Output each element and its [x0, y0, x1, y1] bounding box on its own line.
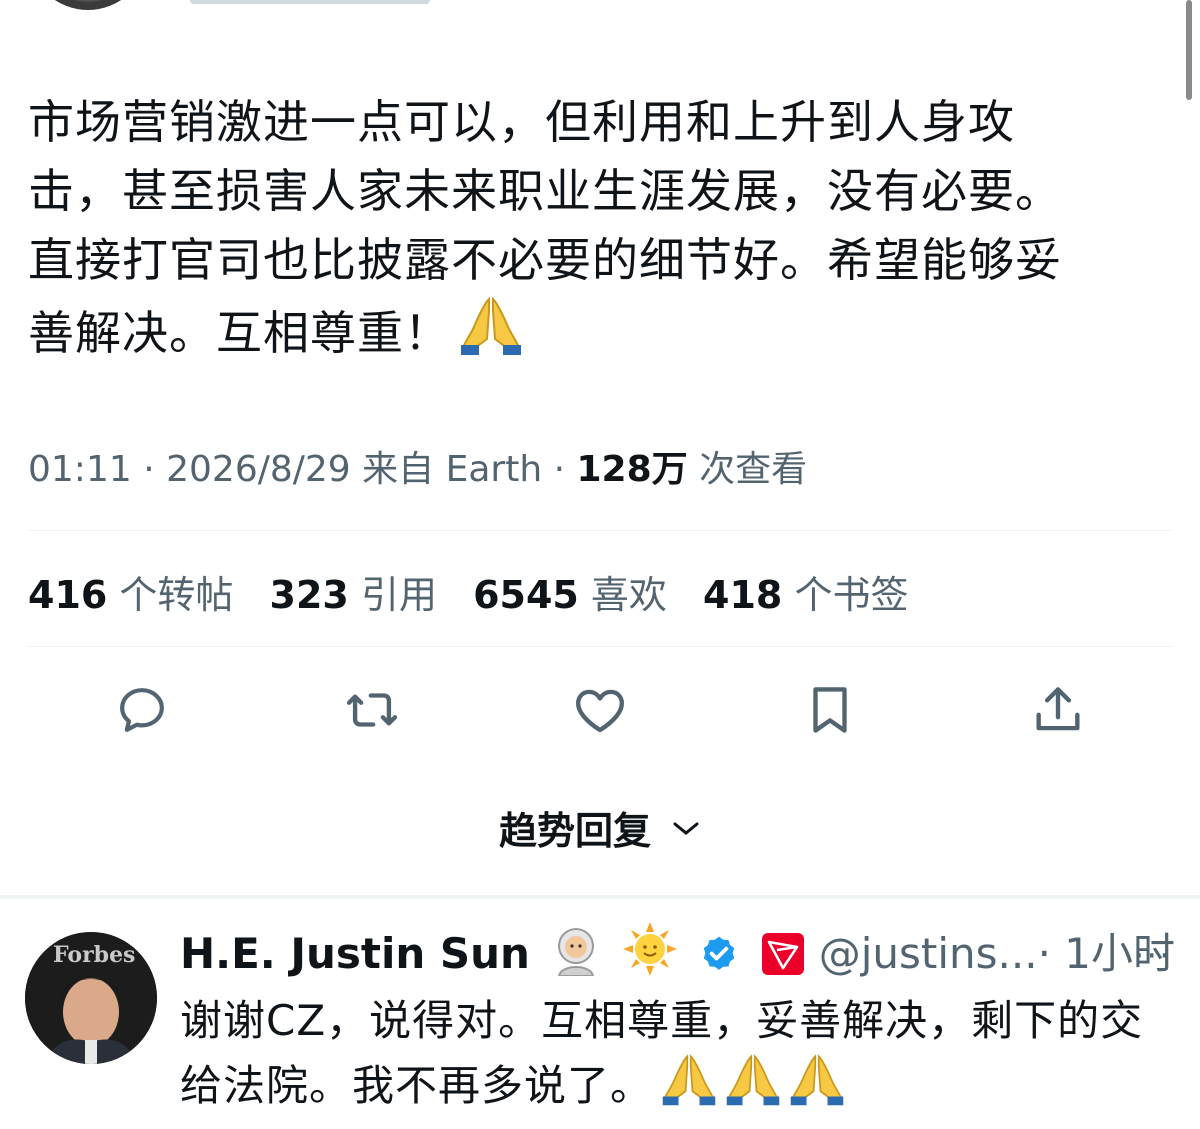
folded-hands-icon: [725, 1052, 781, 1123]
chevron-down-icon: [671, 803, 701, 847]
bookmark-button[interactable]: [800, 680, 860, 740]
tweet-text: 市场营销激进一点可以，但利用和上升到人身攻 击，甚至损害人家未来职业生涯发展，没…: [28, 88, 1168, 374]
tweet-line-4: 善解决。互相尊重！: [28, 306, 451, 360]
tweet-line-3: 直接打官司也比披露不必要的细节好。希望能够妥: [28, 233, 1062, 287]
bookmarks-stat[interactable]: 418 个书签: [703, 573, 908, 617]
tweet-date[interactable]: 2026/8/29: [166, 449, 351, 490]
previous-author-avatar[interactable]: [28, 0, 148, 10]
divider: [28, 530, 1172, 531]
tweet-stats: 416 个转帖 323 引用 6545 喜欢 418 个书签: [28, 564, 932, 619]
tweet-source: 来自 Earth: [362, 449, 543, 490]
meta-dot: ·: [143, 449, 155, 490]
forbes-logo: Forbes: [53, 942, 136, 968]
likes-stat[interactable]: 6545 喜欢: [473, 573, 667, 617]
bookmark-icon: [813, 687, 847, 733]
reply-icon: [120, 688, 164, 732]
action-bar: [0, 680, 1200, 740]
reply-line-2: 给法院。我不再多说了。: [180, 1061, 654, 1110]
quotes-label: 引用: [360, 573, 437, 617]
reply-author-avatar[interactable]: Forbes: [25, 932, 157, 1064]
like-button[interactable]: [570, 680, 630, 740]
trending-label: 趋势回复: [498, 809, 651, 853]
previous-author-handle: [190, 0, 430, 4]
tron-affiliate-badge-icon: [761, 932, 805, 990]
scrollbar[interactable]: [1186, 0, 1192, 100]
folded-hands-icon: [789, 1052, 845, 1123]
share-button[interactable]: [1028, 680, 1088, 740]
reply-line-1: 谢谢CZ，说得对。互相尊重，妥善解决，剩下的交: [180, 996, 1144, 1045]
tweet-line-1: 市场营销激进一点可以，但利用和上升到人身攻: [28, 95, 1015, 149]
heart-icon: [575, 689, 625, 733]
sun-face-emoji-icon: [622, 922, 677, 990]
reposts-stat[interactable]: 416 个转帖: [28, 573, 233, 617]
views-label: 次查看: [699, 449, 808, 490]
more-options-icon[interactable]: ···: [1134, 936, 1172, 976]
verified-badge-icon: [698, 934, 740, 990]
quotes-stat[interactable]: 323 引用: [270, 573, 437, 617]
retweet-icon: [346, 693, 398, 727]
bookmarks-label: 个书签: [794, 573, 909, 617]
share-icon: [1036, 687, 1080, 731]
tweet-time[interactable]: 01:11: [28, 449, 132, 490]
meta-dot-2: ·: [553, 449, 566, 490]
quotes-count: 323: [269, 573, 349, 617]
reply-header: H.E. Justin Sun @justins...· 1小时: [180, 922, 1175, 990]
reply-text: 谢谢CZ，说得对。互相尊重，妥善解决，剩下的交 给法院。我不再多说了。: [180, 990, 1180, 1123]
likes-label: 喜欢: [590, 573, 667, 617]
reply-author-handle[interactable]: @justins...: [819, 929, 1038, 978]
folded-hands-icon: [661, 1052, 717, 1123]
reply-author-name[interactable]: H.E. Justin Sun: [180, 929, 530, 978]
astronaut-emoji-icon: [551, 926, 601, 990]
tweet-line-2: 击，甚至损害人家未来职业生涯发展，没有必要。: [28, 164, 1062, 218]
folded-hands-icon: [459, 295, 523, 374]
views-count: 128万: [576, 449, 688, 490]
retweet-button[interactable]: [342, 680, 402, 740]
reposts-count: 416: [28, 573, 108, 617]
reposts-label: 个转帖: [119, 573, 234, 617]
section-separator: [0, 895, 1200, 899]
trending-replies-toggle[interactable]: 趋势回复: [0, 800, 1200, 855]
likes-count: 6545: [473, 573, 579, 617]
reply-button[interactable]: [112, 680, 172, 740]
tweet-meta: 01:11 · 2026/8/29 来自 Earth · 128万 次查看: [28, 440, 807, 492]
divider: [28, 646, 1172, 647]
bookmarks-count: 418: [703, 573, 783, 617]
